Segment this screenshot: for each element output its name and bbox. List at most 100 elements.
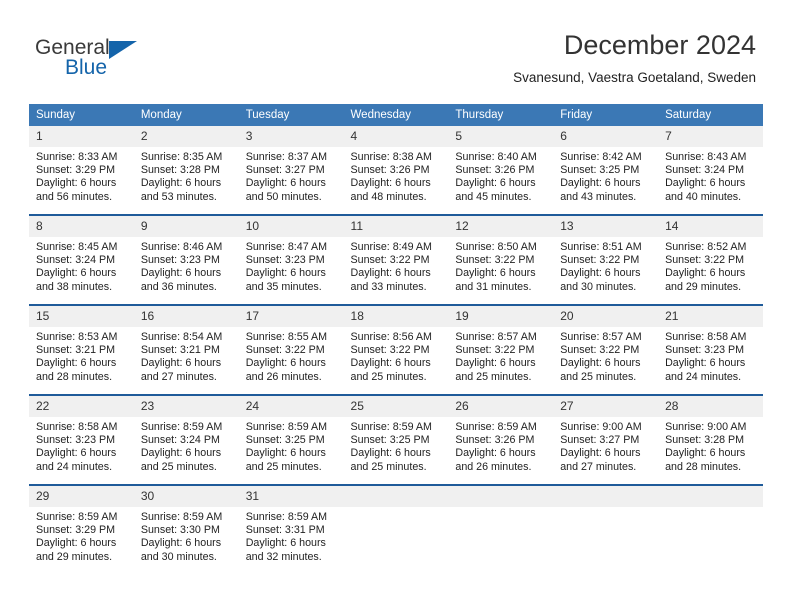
calendar-day-cell[interactable]: 27 Sunrise: 9:00 AM Sunset: 3:27 PM Dayligh… xyxy=(553,394,659,485)
sunrise-time: Sunrise: 8:57 AM xyxy=(455,331,537,343)
day-number: 12 xyxy=(448,216,554,237)
day-cell-inner: 6 Sunrise: 8:42 AM Sunset: 3:25 PM Daylight… xyxy=(553,126,659,214)
day-details: Sunrise: 8:59 AM Sunset: 3:25 PM Daylight:… xyxy=(344,417,449,474)
calendar-day-cell[interactable]: 10 Sunrise: 8:47 AM Sunset: 3:23 PM Dayligh… xyxy=(238,214,344,305)
daylight-duration-line2: and 30 minutes. xyxy=(140,550,217,563)
day-cell-inner: 8 Sunrise: 8:45 AM Sunset: 3:24 PM Daylight… xyxy=(29,216,134,304)
sunrise-time: Sunrise: 8:45 AM xyxy=(36,241,118,253)
calendar-week-row: 8 Sunrise: 8:45 AM Sunset: 3:24 PM Daylight… xyxy=(29,214,763,305)
calendar-day-cell[interactable]: 8 Sunrise: 8:45 AM Sunset: 3:24 PM Daylight… xyxy=(29,214,134,305)
daylight-duration-line2: and 33 minutes. xyxy=(350,280,427,293)
calendar-day-cell[interactable]: 15 Sunrise: 8:53 AM Sunset: 3:21 PM Dayligh… xyxy=(29,304,134,395)
daylight-duration-line2: and 40 minutes. xyxy=(665,190,742,203)
sunset-time: Sunset: 3:22 PM xyxy=(245,344,325,357)
sunrise-time: Sunrise: 8:37 AM xyxy=(245,151,328,163)
day-details: Sunrise: 8:42 AM Sunset: 3:25 PM Daylight:… xyxy=(553,147,658,204)
calendar-day-cell[interactable]: 3 Sunrise: 8:37 AM Sunset: 3:27 PM Daylight… xyxy=(238,126,344,215)
calendar-body: 1 Sunrise: 8:33 AM Sunset: 3:29 PM Daylight… xyxy=(29,126,763,574)
calendar-day-cell[interactable]: 16 Sunrise: 8:54 AM Sunset: 3:21 PM Dayligh… xyxy=(133,304,239,395)
calendar-day-cell[interactable]: 20 Sunrise: 8:57 AM Sunset: 3:22 PM Dayligh… xyxy=(553,304,659,395)
daylight-duration-line2: and 25 minutes. xyxy=(560,370,637,383)
calendar-day-cell[interactable]: 6 Sunrise: 8:42 AM Sunset: 3:25 PM Daylight… xyxy=(553,126,659,215)
day-number: 13 xyxy=(553,216,659,237)
day-details: Sunrise: 9:00 AM Sunset: 3:28 PM Daylight:… xyxy=(658,417,763,474)
day-number: 14 xyxy=(658,216,763,237)
day-cell-inner xyxy=(658,486,763,574)
calendar-day-cell[interactable]: 22 Sunrise: 8:58 AM Sunset: 3:23 PM Dayligh… xyxy=(29,394,134,485)
calendar-day-cell[interactable]: 13 Sunrise: 8:51 AM Sunset: 3:22 PM Dayligh… xyxy=(553,214,659,305)
daylight-duration-line1: Daylight: 6 hours xyxy=(350,177,431,190)
sunrise-time: Sunrise: 8:33 AM xyxy=(36,151,118,163)
day-cell-inner: 11 Sunrise: 8:49 AM Sunset: 3:22 PM Dayligh… xyxy=(343,216,449,304)
calendar-day-cell[interactable]: 4 Sunrise: 8:38 AM Sunset: 3:26 PM Daylight… xyxy=(343,126,449,215)
calendar-day-cell[interactable]: 12 Sunrise: 8:50 AM Sunset: 3:22 PM Dayligh… xyxy=(448,214,554,305)
general-blue-logo[interactable]: General Blue xyxy=(35,36,245,88)
sunrise-time: Sunrise: 8:49 AM xyxy=(350,241,432,253)
sunrise-time: Sunrise: 8:58 AM xyxy=(665,331,747,343)
day-number xyxy=(448,486,554,507)
day-number: 22 xyxy=(29,396,134,417)
day-details: Sunrise: 8:59 AM Sunset: 3:26 PM Daylight:… xyxy=(448,417,553,474)
daylight-duration-line2: and 26 minutes. xyxy=(455,460,532,473)
daylight-duration-line2: and 53 minutes. xyxy=(140,190,217,203)
daylight-duration-line2: and 36 minutes. xyxy=(140,280,217,293)
sunrise-time: Sunrise: 8:59 AM xyxy=(245,511,328,523)
day-cell-inner: 2 Sunrise: 8:35 AM Sunset: 3:28 PM Daylight… xyxy=(133,126,239,214)
calendar-day-cell[interactable]: 31 Sunrise: 8:59 AM Sunset: 3:31 PM Dayligh… xyxy=(238,484,344,574)
sunrise-time: Sunrise: 8:43 AM xyxy=(665,151,747,163)
sunset-time: Sunset: 3:23 PM xyxy=(665,344,745,357)
calendar-week-row: 1 Sunrise: 8:33 AM Sunset: 3:29 PM Daylight… xyxy=(29,126,763,215)
sunset-time: Sunset: 3:26 PM xyxy=(455,434,535,447)
calendar-day-cell[interactable]: 14 Sunrise: 8:52 AM Sunset: 3:22 PM Dayligh… xyxy=(658,214,763,305)
day-details: Sunrise: 8:50 AM Sunset: 3:22 PM Daylight:… xyxy=(448,237,553,294)
daylight-duration-line2: and 48 minutes. xyxy=(350,190,427,203)
calendar-day-cell[interactable]: 25 Sunrise: 8:59 AM Sunset: 3:25 PM Dayligh… xyxy=(343,394,449,485)
sunrise-time: Sunrise: 8:55 AM xyxy=(245,331,328,343)
calendar-day-cell[interactable]: 23 Sunrise: 8:59 AM Sunset: 3:24 PM Dayligh… xyxy=(133,394,239,485)
day-number: 6 xyxy=(553,126,659,147)
sunrise-time: Sunrise: 8:57 AM xyxy=(560,331,642,343)
calendar-day-cell[interactable]: 29 Sunrise: 8:59 AM Sunset: 3:29 PM Dayligh… xyxy=(29,484,134,574)
daylight-duration-line1: Daylight: 6 hours xyxy=(455,177,536,190)
daylight-duration-line1: Daylight: 6 hours xyxy=(245,537,326,550)
sunset-time: Sunset: 3:29 PM xyxy=(36,524,116,537)
calendar-day-cell[interactable]: 1 Sunrise: 8:33 AM Sunset: 3:29 PM Daylight… xyxy=(29,126,134,215)
daylight-duration-line1: Daylight: 6 hours xyxy=(36,447,117,460)
day-details: Sunrise: 8:33 AM Sunset: 3:29 PM Daylight:… xyxy=(29,147,134,204)
calendar-day-cell[interactable]: 7 Sunrise: 8:43 AM Sunset: 3:24 PM Daylight… xyxy=(658,126,763,215)
day-details: Sunrise: 8:40 AM Sunset: 3:26 PM Daylight:… xyxy=(448,147,553,204)
weekday-header-monday: Monday xyxy=(133,104,239,126)
calendar-day-cell[interactable]: 24 Sunrise: 8:59 AM Sunset: 3:25 PM Dayligh… xyxy=(238,394,344,485)
day-number: 3 xyxy=(238,126,344,147)
calendar-day-cell[interactable]: 2 Sunrise: 8:35 AM Sunset: 3:28 PM Daylight… xyxy=(133,126,239,215)
calendar-container: Sunday Monday Tuesday Wednesday Thursday Frid… xyxy=(29,104,763,574)
daylight-duration-line1: Daylight: 6 hours xyxy=(245,177,326,190)
daylight-duration-line2: and 28 minutes. xyxy=(36,370,113,383)
day-cell-inner: 21 Sunrise: 8:58 AM Sunset: 3:23 PM Dayligh… xyxy=(658,306,763,394)
calendar-day-cell[interactable]: 11 Sunrise: 8:49 AM Sunset: 3:22 PM Dayligh… xyxy=(343,214,449,305)
calendar-day-cell[interactable]: 28 Sunrise: 9:00 AM Sunset: 3:28 PM Dayligh… xyxy=(658,394,763,485)
calendar-day-cell[interactable]: 5 Sunrise: 8:40 AM Sunset: 3:26 PM Daylight… xyxy=(448,126,554,215)
calendar-day-cell[interactable]: 30 Sunrise: 8:59 AM Sunset: 3:30 PM Dayligh… xyxy=(133,484,239,574)
calendar-day-cell[interactable]: 9 Sunrise: 8:46 AM Sunset: 3:23 PM Daylight… xyxy=(133,214,239,305)
calendar-day-cell[interactable]: 21 Sunrise: 8:58 AM Sunset: 3:23 PM Dayligh… xyxy=(658,304,763,395)
calendar-day-cell[interactable]: 18 Sunrise: 8:56 AM Sunset: 3:22 PM Dayligh… xyxy=(343,304,449,395)
daylight-duration-line1: Daylight: 6 hours xyxy=(350,357,431,370)
calendar-day-cell[interactable]: 17 Sunrise: 8:55 AM Sunset: 3:22 PM Dayligh… xyxy=(238,304,344,395)
sunrise-time: Sunrise: 8:38 AM xyxy=(350,151,432,163)
calendar-day-cell[interactable]: 19 Sunrise: 8:57 AM Sunset: 3:22 PM Dayligh… xyxy=(448,304,554,395)
calendar-table: Sunday Monday Tuesday Wednesday Thursday Frid… xyxy=(29,104,763,574)
daylight-duration-line1: Daylight: 6 hours xyxy=(665,447,746,460)
day-number: 1 xyxy=(29,126,134,147)
daylight-duration-line2: and 32 minutes. xyxy=(245,550,322,563)
day-cell-inner: 16 Sunrise: 8:54 AM Sunset: 3:21 PM Dayligh… xyxy=(133,306,239,394)
sunrise-time: Sunrise: 8:58 AM xyxy=(36,421,118,433)
daylight-duration-line2: and 25 minutes. xyxy=(455,370,532,383)
calendar-day-cell[interactable]: 26 Sunrise: 8:59 AM Sunset: 3:26 PM Dayligh… xyxy=(448,394,554,485)
day-number: 4 xyxy=(343,126,449,147)
day-cell-inner: 30 Sunrise: 8:59 AM Sunset: 3:30 PM Dayligh… xyxy=(133,486,239,574)
day-number: 17 xyxy=(238,306,344,327)
calendar-week-row: 22 Sunrise: 8:58 AM Sunset: 3:23 PM Dayligh… xyxy=(29,394,763,485)
daylight-duration-line1: Daylight: 6 hours xyxy=(140,177,222,190)
sunset-time: Sunset: 3:29 PM xyxy=(36,164,116,177)
